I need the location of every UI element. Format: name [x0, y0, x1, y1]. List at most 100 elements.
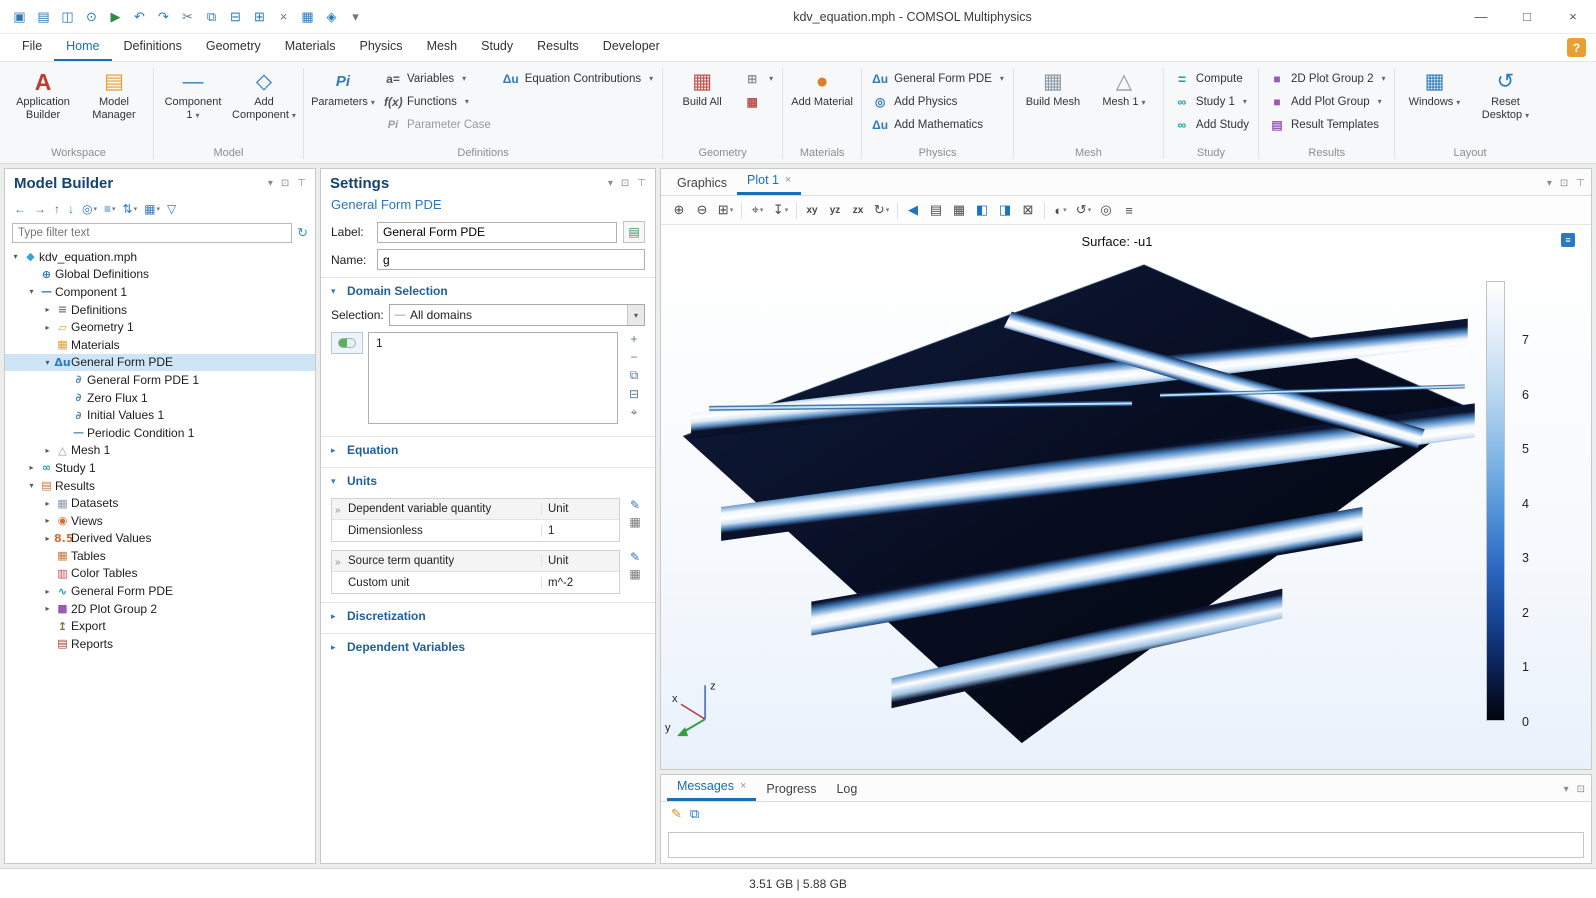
- group-icon[interactable]: ▦▾: [144, 202, 160, 216]
- component-1-button[interactable]: — Component 1: [159, 66, 227, 125]
- save-icon[interactable]: ◫: [56, 5, 79, 29]
- speaker-icon[interactable]: ◀: [903, 199, 924, 221]
- tab-graphics[interactable]: Graphics: [667, 172, 737, 195]
- zoom-selection-icon[interactable]: ⌖: [631, 405, 638, 420]
- tree-item-export[interactable]: ↥ Export: [5, 617, 315, 635]
- cut-icon[interactable]: ✂: [176, 5, 199, 29]
- tree-item-2d-plot-group-2[interactable]: ▸ ■ 2D Plot Group 2: [5, 600, 315, 618]
- tree-expander-icon[interactable]: ▸: [25, 463, 38, 472]
- tree-item-results-general-form-pde[interactable]: ▸ ∿ General Form PDE: [5, 582, 315, 600]
- unit-value-cell[interactable]: 1: [541, 525, 619, 537]
- pin-icon[interactable]: ⊤: [1576, 178, 1585, 189]
- zoom-in-icon[interactable]: ⊕: [669, 199, 690, 221]
- add-plot-group-button[interactable]: ■ Add Plot Group: [1264, 91, 1389, 112]
- tree-expander-icon[interactable]: ▸: [41, 604, 54, 613]
- graphics-toolbar-button[interactable]: [796, 202, 797, 219]
- zx-view-icon[interactable]: zx: [848, 199, 869, 221]
- tree-expander-icon[interactable]: ▾: [25, 481, 38, 490]
- node-text-icon[interactable]: ≡▾: [104, 202, 116, 216]
- compute-icon[interactable]: ◈: [320, 5, 343, 29]
- go-to-default-view-icon[interactable]: ⌖▾: [747, 199, 768, 221]
- tree-expander-icon[interactable]: ▸: [41, 305, 54, 314]
- add-component-button[interactable]: ◇ Add Component: [230, 66, 298, 125]
- show-icon[interactable]: ◎▾: [82, 202, 97, 216]
- unit-list-icon[interactable]: ▦: [629, 515, 640, 529]
- plot-canvas[interactable]: Surface: -u1: [661, 225, 1591, 769]
- tab-messages[interactable]: Messages ×: [667, 775, 756, 801]
- tree-item-component-1[interactable]: ▾ — Component 1: [5, 283, 315, 301]
- float-icon[interactable]: ⊡: [1560, 178, 1568, 189]
- add-physics-button[interactable]: ◎ Add Physics: [867, 91, 1008, 112]
- split-vertical-icon[interactable]: ◨: [995, 199, 1016, 221]
- zoom-extents-icon[interactable]: ⊞▾: [715, 199, 736, 221]
- build-all-button[interactable]: ▦ Build All: [668, 66, 736, 112]
- tab-developer[interactable]: Developer: [591, 34, 672, 61]
- domain-list-item[interactable]: 1: [376, 336, 610, 350]
- add-selection-icon[interactable]: +: [630, 332, 637, 346]
- tree-item-periodic-condition-1[interactable]: — Periodic Condition 1: [5, 424, 315, 442]
- build-mesh-icon[interactable]: ▦: [296, 5, 319, 29]
- forward-icon[interactable]: →: [34, 202, 47, 216]
- remove-selection-icon[interactable]: −: [630, 350, 637, 364]
- panel-menu-icon[interactable]: ▾: [608, 178, 613, 189]
- delete-icon[interactable]: ×: [272, 5, 295, 29]
- tab-materials[interactable]: Materials: [273, 34, 348, 61]
- tree-item-views[interactable]: ▸ ◉ Views: [5, 512, 315, 530]
- tab-physics[interactable]: Physics: [347, 34, 414, 61]
- tree-item-general-form-pde-1[interactable]: ∂ General Form PDE 1: [5, 371, 315, 389]
- close-tab-icon[interactable]: ×: [785, 169, 791, 192]
- units-header[interactable]: ▾ Units: [321, 468, 655, 494]
- domain-selection-list[interactable]: 1: [368, 332, 618, 424]
- sort-icon[interactable]: ⇅▾: [123, 202, 138, 216]
- panel-menu-icon[interactable]: ▾: [1547, 178, 1552, 189]
- minimize-button[interactable]: —: [1458, 0, 1504, 33]
- undo-icon[interactable]: ↶: [128, 5, 151, 29]
- edit-quantity-icon[interactable]: ✎: [630, 550, 640, 564]
- copy-log-icon[interactable]: ⧉: [690, 806, 699, 822]
- variables-button[interactable]: a= Variables: [380, 68, 495, 89]
- tab-file[interactable]: File: [10, 34, 54, 61]
- tree-expander-icon[interactable]: ▾: [9, 252, 22, 261]
- search-icon[interactable]: ⊙: [80, 5, 103, 29]
- help-button[interactable]: ?: [1567, 38, 1586, 57]
- compute-button[interactable]: = Compute: [1169, 68, 1253, 89]
- float-icon[interactable]: ⊡: [1577, 784, 1585, 795]
- tree-item-geometry-1[interactable]: ▸ ▱ Geometry 1: [5, 318, 315, 336]
- selection-dropdown[interactable]: — All domains ▾: [389, 304, 645, 326]
- quantity-value-cell[interactable]: Custom unit: [332, 577, 541, 589]
- tree-item-derived-values[interactable]: ▸ 8.5 Derived Values: [5, 530, 315, 548]
- tree-item-mesh-1[interactable]: ▸ △ Mesh 1: [5, 442, 315, 460]
- tab-home[interactable]: Home: [54, 34, 111, 61]
- xy-view-icon[interactable]: xy: [802, 199, 823, 221]
- graphics-toolbar-button[interactable]: [1044, 202, 1045, 219]
- tree-expander-icon[interactable]: ▾: [41, 358, 54, 367]
- build-mesh-button[interactable]: ▦ Build Mesh: [1019, 66, 1087, 112]
- run-icon[interactable]: ▶: [104, 5, 127, 29]
- quantity-value-cell[interactable]: Dimensionless: [332, 525, 541, 537]
- back-icon[interactable]: ←: [14, 202, 27, 216]
- annotate-icon[interactable]: ✎: [671, 806, 682, 822]
- discretization-header[interactable]: ▸ Discretization: [321, 603, 655, 629]
- add-mathematics-button[interactable]: Δu Add Mathematics: [867, 114, 1008, 135]
- graphics-toolbar-button[interactable]: [741, 202, 742, 219]
- copy-selection-icon[interactable]: ⧉: [630, 368, 639, 383]
- reset-desktop-button[interactable]: ↺ Reset Desktop: [1471, 66, 1539, 125]
- geometry-measure-button[interactable]: ▦: [739, 91, 777, 112]
- reset-view-icon[interactable]: ↺▾: [1073, 199, 1094, 221]
- tree-item-materials[interactable]: ▦ Materials: [5, 336, 315, 354]
- dropdown-arrow-icon[interactable]: ▾: [627, 305, 644, 325]
- close-button[interactable]: ×: [1550, 0, 1596, 33]
- legend-toggle-icon[interactable]: ≡: [1561, 233, 1575, 247]
- tree-item-general-form-pde[interactable]: ▾ Δu General Form PDE: [5, 354, 315, 372]
- equation-view-button[interactable]: ▤: [623, 221, 645, 243]
- tree-item-color-tables[interactable]: ▥ Color Tables: [5, 565, 315, 583]
- unit-list-icon[interactable]: ▦: [629, 567, 640, 581]
- refresh-icon[interactable]: ↻: [297, 225, 308, 241]
- add-study-button[interactable]: ∞ Add Study: [1169, 114, 1253, 135]
- general-form-pde-button[interactable]: Δu General Form PDE: [867, 68, 1008, 89]
- tab-plot-1[interactable]: Plot 1 ×: [737, 169, 801, 195]
- tab-geometry[interactable]: Geometry: [194, 34, 273, 61]
- equation-contributions-button[interactable]: Δu Equation Contributions: [498, 68, 657, 89]
- functions-button[interactable]: f(x) Functions: [380, 91, 495, 112]
- tree-item-tables[interactable]: ▦ Tables: [5, 547, 315, 565]
